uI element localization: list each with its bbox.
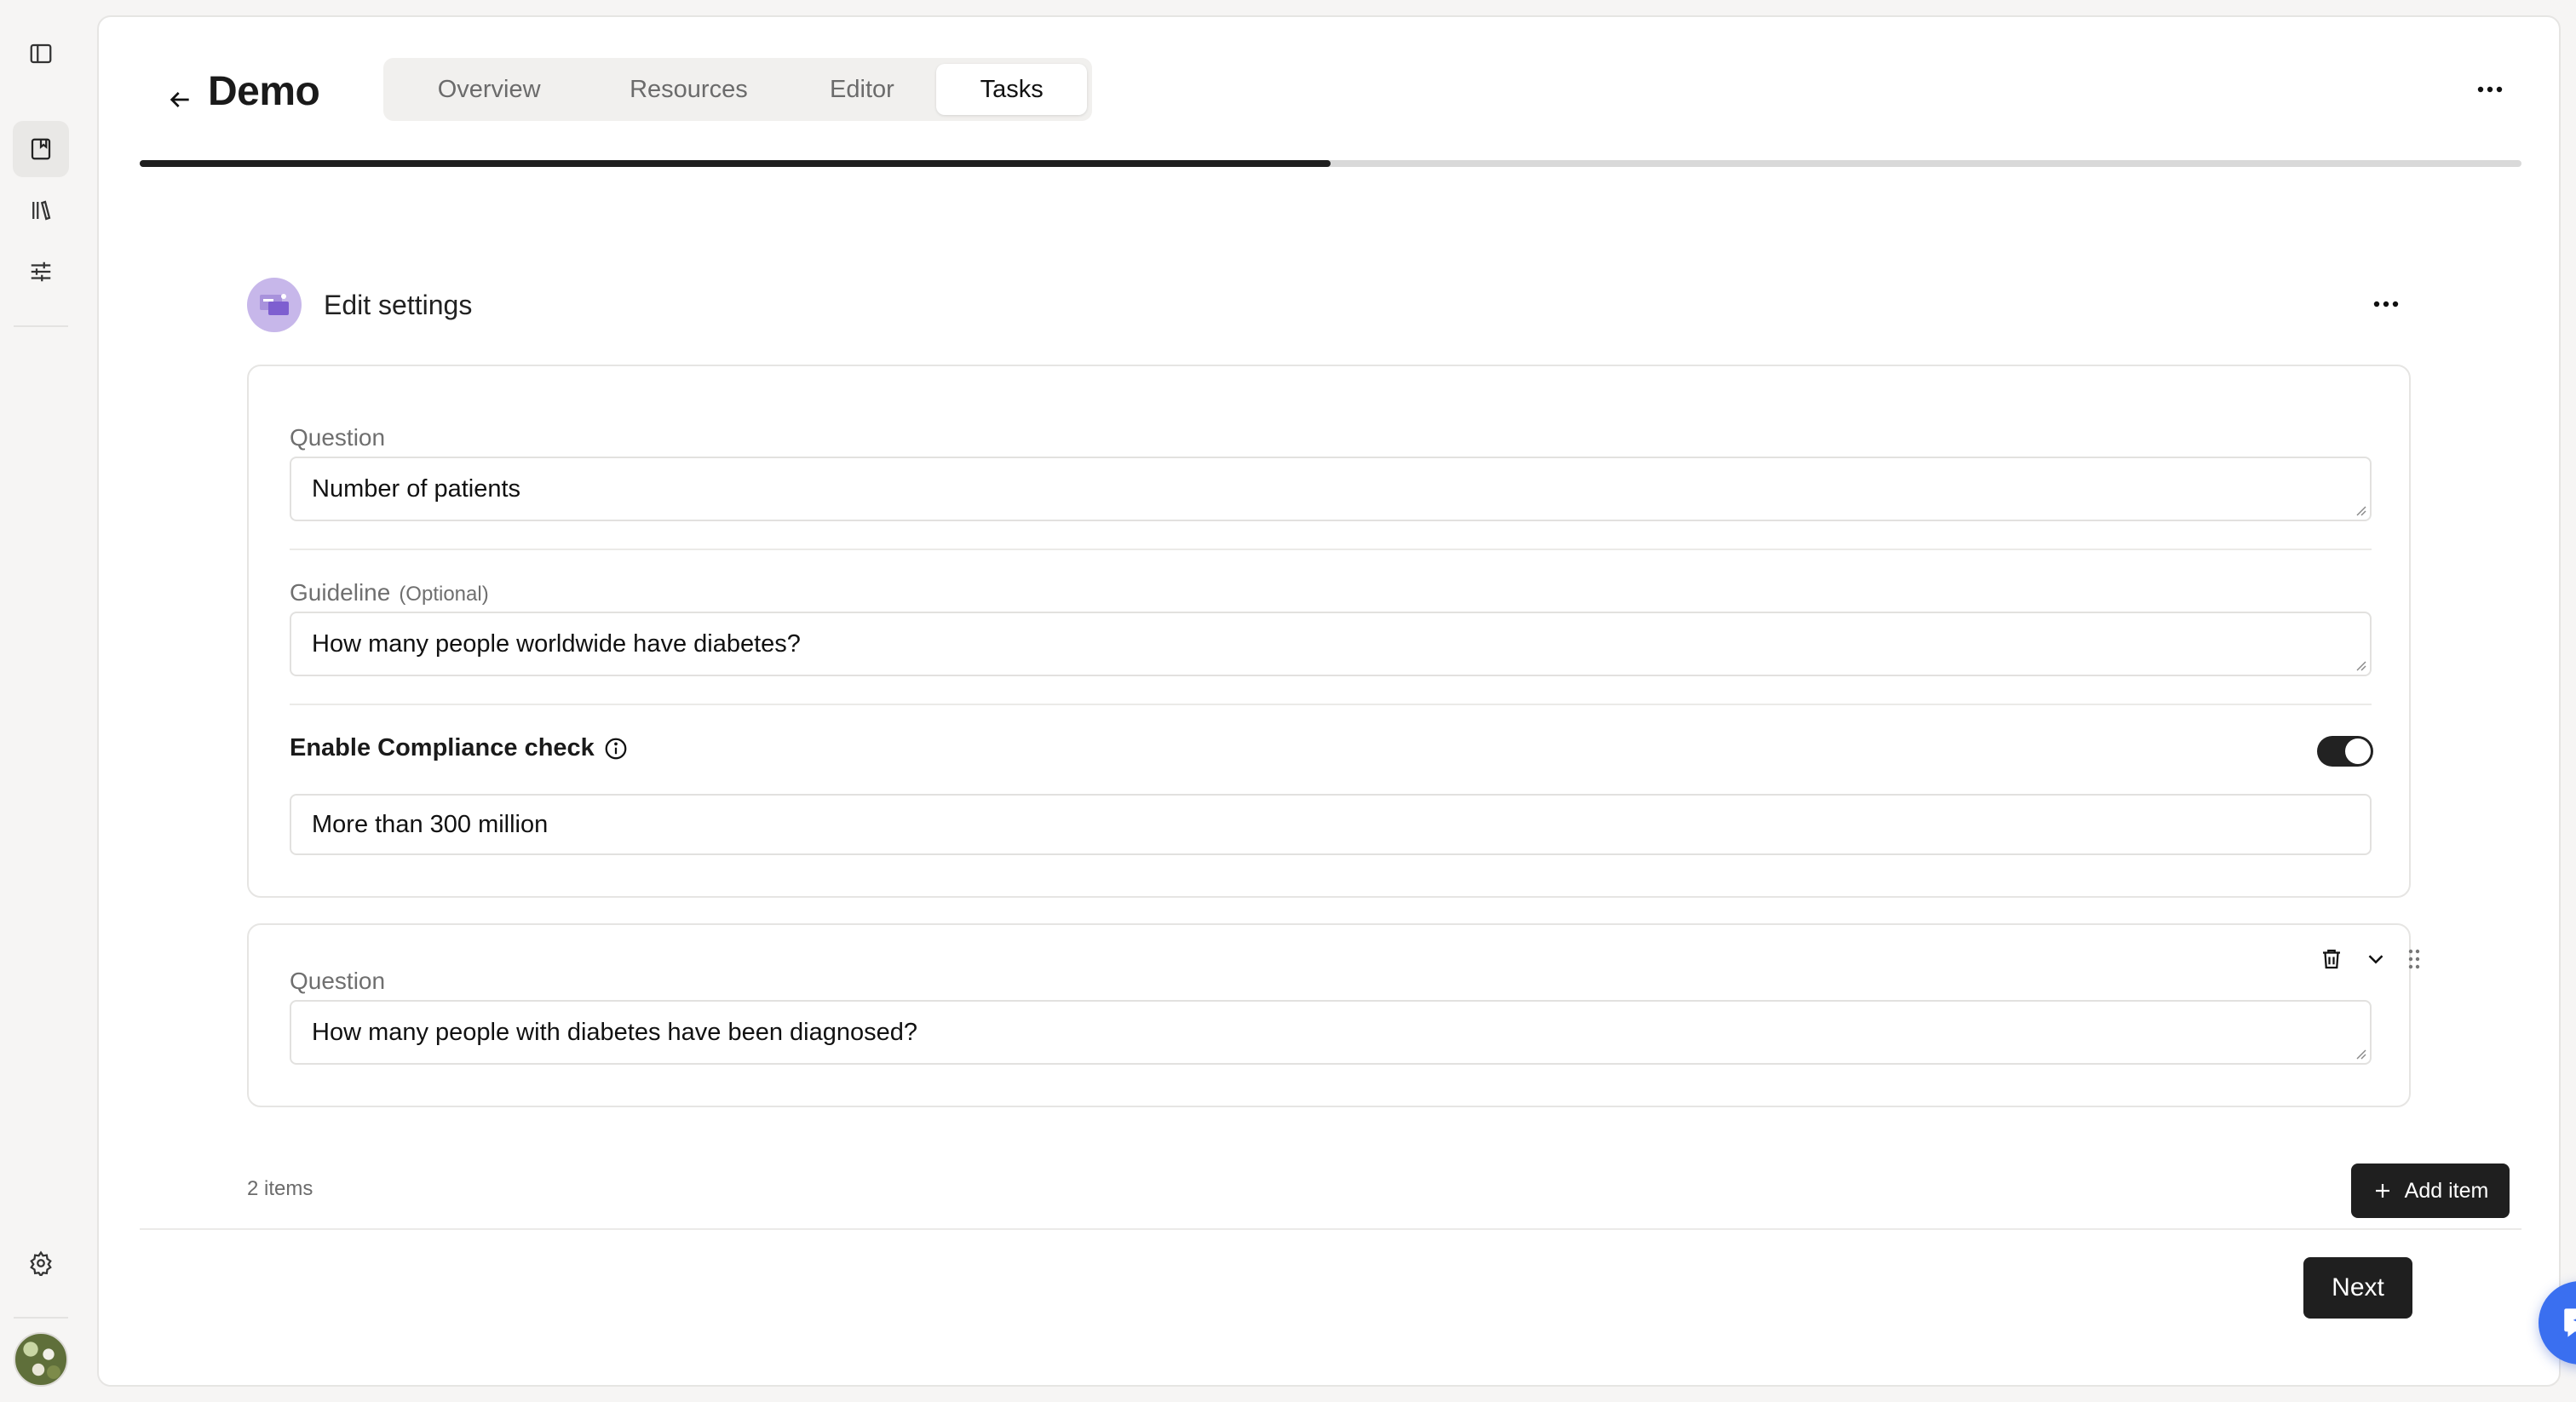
bookmark-icon: [31, 138, 51, 160]
page-title: Demo: [208, 69, 320, 114]
sidebar-toggle-icon: [30, 43, 52, 64]
question-value: How many people with diabetes have been …: [312, 1018, 917, 1046]
next-button[interactable]: Next: [2303, 1257, 2412, 1319]
section-more-button[interactable]: [2365, 291, 2407, 317]
section-title: Edit settings: [324, 290, 473, 320]
settings-button[interactable]: [13, 1235, 69, 1291]
left-rail: [0, 0, 83, 1402]
section-icon: [247, 278, 302, 332]
rail-divider: [14, 325, 68, 327]
tab-tasks[interactable]: Tasks: [936, 64, 1087, 115]
optional-hint: (Optional): [399, 583, 489, 606]
item-count: 2 items: [247, 1177, 313, 1200]
tab-editor[interactable]: Editor: [788, 64, 937, 115]
resize-handle-icon[interactable]: [2355, 659, 2366, 671]
nav-projects-button[interactable]: [13, 121, 69, 177]
compliance-value: More than 300 million: [312, 810, 549, 838]
edit-settings-icon: [260, 294, 289, 315]
question-input[interactable]: Number of patients: [290, 457, 2372, 521]
sidebar-toggle-button[interactable]: [13, 26, 69, 82]
more-horizontal-icon: [2373, 301, 2399, 307]
gear-icon: [30, 1250, 52, 1276]
info-icon[interactable]: [603, 736, 629, 761]
sliders-icon: [31, 261, 51, 282]
drag-handle-icon[interactable]: [2407, 948, 2421, 970]
library-icon: [32, 200, 51, 221]
trash-icon[interactable]: [2319, 946, 2344, 972]
guideline-label-text: Guideline: [290, 579, 391, 606]
item-card-2: Question How many people with diabetes h…: [247, 923, 2420, 1107]
nav-library-button[interactable]: [13, 182, 69, 238]
progress-fill: [140, 160, 1331, 167]
question-value: Number of patients: [312, 474, 521, 503]
arrow-left-icon: [170, 92, 189, 107]
assistant-chat-button[interactable]: [2539, 1281, 2576, 1365]
guideline-value: How many people worldwide have diabetes?: [312, 629, 801, 658]
add-item-label: Add item: [2404, 1178, 2489, 1203]
item-card-1: Question Number of patients Guideline (Op…: [247, 365, 2411, 898]
add-item-button[interactable]: Add item: [2351, 1164, 2510, 1218]
field-divider: [290, 704, 2372, 705]
back-button[interactable]: [150, 70, 210, 129]
field-divider: [290, 549, 2372, 550]
sparkle-chat-icon: [2564, 1308, 2576, 1337]
rail-divider-bottom: [14, 1317, 68, 1319]
footer-divider: [140, 1228, 2521, 1230]
resize-handle-icon[interactable]: [2355, 504, 2366, 516]
resize-handle-icon[interactable]: [2355, 1048, 2366, 1060]
item-card-tools: [2319, 942, 2421, 976]
question-label: Question: [290, 424, 386, 451]
avatar[interactable]: [14, 1332, 68, 1387]
page-more-button[interactable]: [2469, 77, 2511, 102]
tab-resources[interactable]: Resources: [589, 64, 787, 115]
guideline-label: Guideline (Optional): [290, 579, 489, 606]
more-horizontal-icon: [2477, 86, 2503, 93]
toggle-knob: [2345, 738, 2371, 764]
compliance-label: Enable Compliance check: [290, 734, 629, 762]
progress-bar: [140, 160, 2521, 167]
tab-overview[interactable]: Overview: [388, 64, 589, 115]
nav-settings-sliders-button[interactable]: [13, 244, 69, 300]
question-label: Question: [290, 968, 386, 994]
guideline-input[interactable]: How many people worldwide have diabetes?: [290, 612, 2372, 676]
compliance-toggle[interactable]: [2317, 736, 2373, 767]
main-panel: Demo Overview Resources Editor Tasks Edi…: [97, 15, 2576, 1387]
compliance-label-text: Enable Compliance check: [290, 734, 595, 761]
compliance-input[interactable]: More than 300 million: [290, 794, 2372, 855]
question-input[interactable]: How many people with diabetes have been …: [290, 1000, 2372, 1065]
tab-bar: Overview Resources Editor Tasks: [383, 58, 1092, 121]
plus-icon: [2375, 1184, 2389, 1198]
chevron-down-icon[interactable]: [2363, 946, 2389, 972]
